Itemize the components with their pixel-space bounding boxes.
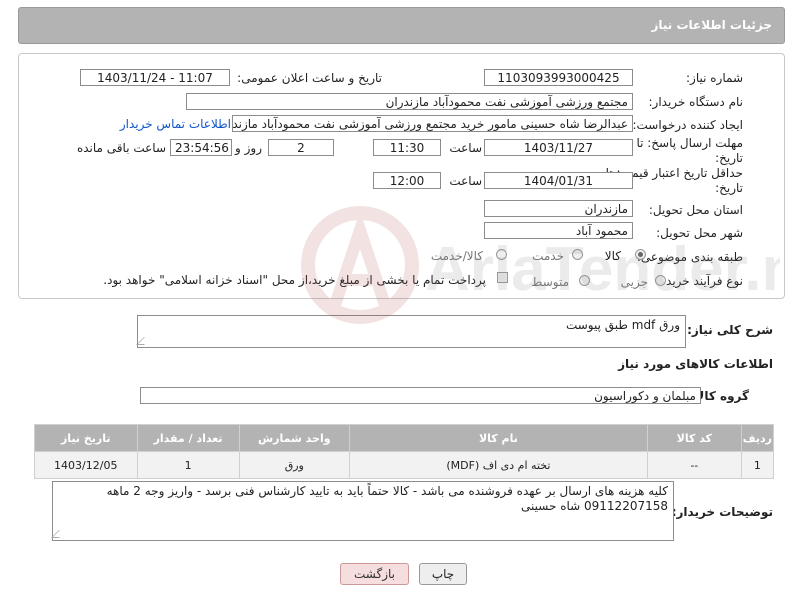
- cell-code: --: [646, 451, 742, 479]
- validity-date-field: 1404/01/31: [484, 172, 633, 189]
- buyer-notes-textarea: کلیه هزینه های ارسال بر عهده فروشنده می …: [52, 481, 674, 541]
- days-label: روز و: [235, 141, 262, 155]
- page-title: جزئیات اطلاعات نیاز: [651, 18, 772, 32]
- reply-time-label: ساعت: [449, 141, 482, 155]
- print-button[interactable]: چاپ: [419, 563, 467, 585]
- process-minor-radio[interactable]: [655, 275, 666, 286]
- process-medium-radio[interactable]: [579, 275, 590, 286]
- province-label: استان محل تحویل:: [648, 203, 743, 217]
- remaining-time-field: 23:54:56: [170, 139, 232, 156]
- category-label: طبقه بندی موضوعی:: [636, 250, 743, 264]
- goods-group-field: مبلمان و دکوراسیون: [140, 387, 701, 404]
- category-goods-radio[interactable]: [635, 249, 646, 260]
- price-validity-label-2: تاریخ:: [715, 181, 743, 195]
- treasury-payment-note: پرداخت تمام یا بخشی از مبلغ خرید،از محل …: [103, 273, 486, 287]
- need-number-label: شماره نیاز:: [686, 71, 743, 85]
- col-date: تاریخ نیاز: [34, 424, 138, 452]
- header-bar: جزئیات اطلاعات نیاز: [18, 7, 785, 44]
- buyer-notes-label: توضیحات خریدار:: [671, 505, 773, 519]
- treasury-payment-checkbox[interactable]: [497, 272, 508, 283]
- category-goods-label: کالا: [604, 249, 621, 263]
- requester-label: ایجاد کننده درخواست:: [632, 118, 743, 132]
- process-minor-label: جزیی: [620, 275, 648, 289]
- cell-date: 1403/12/05: [34, 451, 138, 479]
- city-field: محمود آباد: [484, 222, 633, 239]
- back-button[interactable]: بازگشت: [340, 563, 409, 585]
- goods-section-title: اطلاعات کالاهای مورد نیاز: [618, 357, 773, 371]
- col-qty: تعداد / مقدار: [136, 424, 240, 452]
- category-goods-service-radio[interactable]: [496, 249, 507, 260]
- buyer-org-label: نام دستگاه خریدار:: [648, 95, 744, 109]
- goods-table: ردیف کد کالا نام کالا واحد شمارش تعداد /…: [34, 424, 775, 479]
- cell-row: 1: [740, 451, 775, 479]
- col-code: کد کالا: [646, 424, 742, 452]
- reply-deadline-label: مهلت ارسال پاسخ: تا: [636, 136, 743, 150]
- col-row: ردیف: [740, 424, 775, 452]
- requester-field: عبدالرضا شاه حسینی مامور خرید مجتمع ورزش…: [232, 115, 633, 132]
- process-label: نوع فرآیند خرید :: [658, 274, 743, 288]
- col-name: نام کالا: [348, 424, 648, 452]
- city-label: شهر محل تحویل:: [656, 226, 743, 240]
- reply-time-field: 11:30: [373, 139, 441, 156]
- cell-qty: 1: [136, 451, 240, 479]
- reply-deadline-label-2: تاریخ:: [715, 151, 743, 165]
- table-row: 1 -- تخته ام دی اف (MDF) ورق 1 1403/12/0…: [34, 451, 775, 479]
- category-service-radio[interactable]: [572, 249, 583, 260]
- need-number-field: 1103093993000425: [484, 69, 633, 86]
- category-goods-service-label: کالا/خدمت: [430, 249, 483, 263]
- process-medium-label: متوسط: [531, 275, 569, 289]
- description-label: شرح کلی نیاز:: [687, 323, 773, 337]
- validity-time-field: 12:00: [373, 172, 441, 189]
- province-field: مازندران: [484, 200, 633, 217]
- buyer-org-field: مجتمع ورزشی آموزشی نفت محمودآباد مازندرا…: [186, 93, 633, 110]
- category-service-label: خدمت: [532, 249, 564, 263]
- announce-label: تاریخ و ساعت اعلان عمومی:: [237, 71, 382, 85]
- reply-date-field: 1403/11/27: [484, 139, 633, 156]
- description-textarea: ورق mdf طبق پیوست: [137, 315, 686, 348]
- cell-unit: ورق: [238, 451, 350, 479]
- buyer-contact-link[interactable]: اطلاعات تماس خریدار: [120, 117, 231, 131]
- remaining-label: ساعت باقی مانده: [76, 141, 166, 155]
- validity-time-label: ساعت: [449, 174, 482, 188]
- announce-datetime-field: 1403/11/24 - 11:07: [80, 69, 230, 86]
- cell-name: تخته ام دی اف (MDF): [348, 451, 648, 479]
- col-unit: واحد شمارش: [238, 424, 350, 452]
- days-field: 2: [268, 139, 334, 156]
